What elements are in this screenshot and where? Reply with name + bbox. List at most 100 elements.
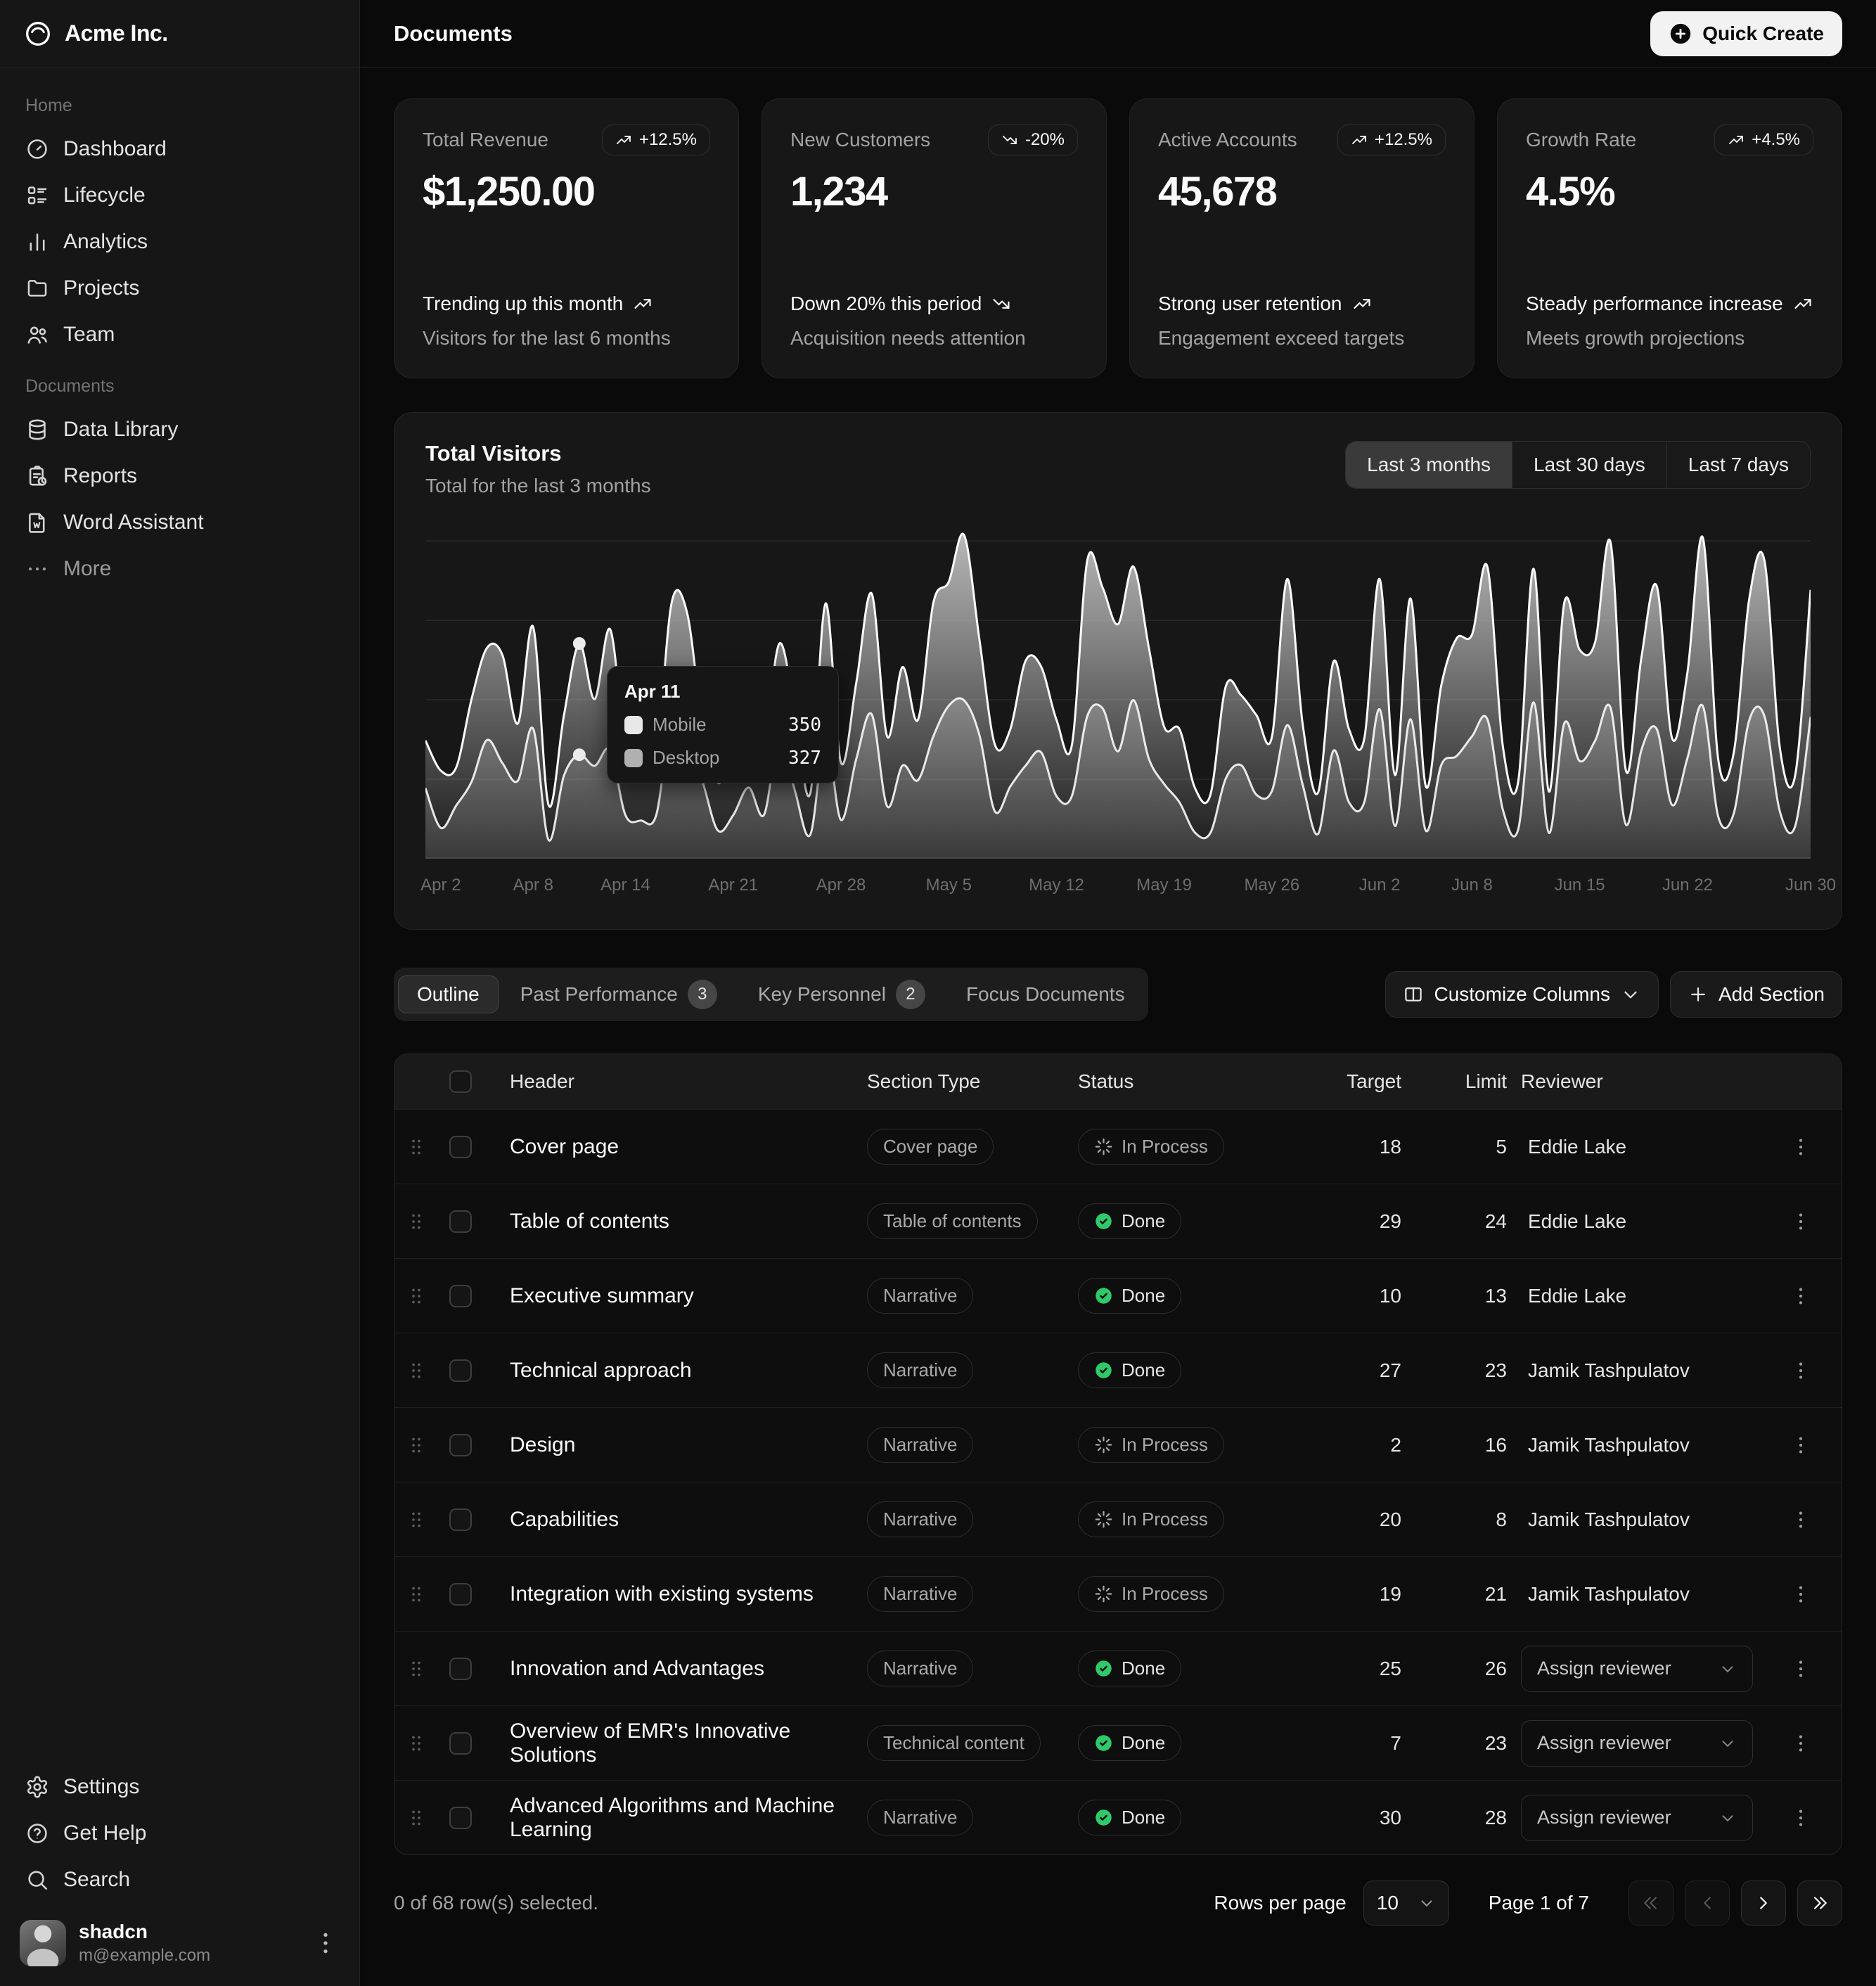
target-value[interactable]: 2 [1303,1434,1408,1456]
customize-columns-button[interactable]: Customize Columns [1385,971,1659,1018]
row-checkbox[interactable] [449,1285,472,1307]
row-header[interactable]: Table of contents [503,1210,860,1234]
limit-value[interactable]: 24 [1408,1210,1514,1233]
drag-handle[interactable] [404,1731,428,1755]
assign-reviewer-select[interactable]: Assign reviewer [1521,1795,1753,1841]
row-actions-button[interactable] [1781,1500,1820,1539]
target-value[interactable]: 18 [1303,1136,1408,1158]
limit-value[interactable]: 23 [1408,1359,1514,1382]
target-value[interactable]: 20 [1303,1508,1408,1531]
target-value[interactable]: 27 [1303,1359,1408,1382]
range-option-last-3-months[interactable]: Last 3 months [1346,442,1512,488]
tab-outline[interactable]: Outline [398,975,499,1013]
select-all-checkbox[interactable] [449,1070,472,1093]
row-header[interactable]: Capabilities [503,1508,860,1532]
column-status[interactable]: Status [1071,1070,1303,1093]
sidebar-item-lifecycle[interactable]: Lifecycle [11,172,348,219]
assign-reviewer-select[interactable]: Assign reviewer [1521,1720,1753,1767]
sidebar-item-search[interactable]: Search [11,1857,348,1903]
row-actions-button[interactable] [1781,1202,1820,1241]
user-kebab-icon[interactable] [311,1929,340,1957]
drag-handle[interactable] [404,1359,428,1383]
column-limit[interactable]: Limit [1408,1070,1514,1093]
row-header[interactable]: Innovation and Advantages [503,1657,860,1681]
limit-value[interactable]: 5 [1408,1136,1514,1158]
row-actions-button[interactable] [1781,1798,1820,1838]
target-value[interactable]: 30 [1303,1807,1408,1829]
sidebar-item-more[interactable]: More [11,546,348,592]
row-actions-button[interactable] [1781,1649,1820,1689]
row-header[interactable]: Technical approach [503,1359,860,1383]
assign-reviewer-select[interactable]: Assign reviewer [1521,1646,1753,1692]
column-target[interactable]: Target [1303,1070,1408,1093]
limit-value[interactable]: 23 [1408,1732,1514,1755]
sidebar-item-team[interactable]: Team [11,312,348,358]
sidebar-item-word-assistant[interactable]: Word Assistant [11,499,348,546]
sidebar-item-projects[interactable]: Projects [11,265,348,312]
row-actions-button[interactable] [1781,1724,1820,1763]
limit-value[interactable]: 21 [1408,1583,1514,1606]
limit-value[interactable]: 13 [1408,1285,1514,1307]
row-actions-button[interactable] [1781,1276,1820,1316]
row-header[interactable]: Advanced Algorithms and Machine Learning [503,1794,860,1842]
drag-handle[interactable] [404,1135,428,1159]
row-header[interactable]: Integration with existing systems [503,1582,860,1606]
tab-focus-documents[interactable]: Focus Documents [947,975,1144,1013]
sidebar-item-get-help[interactable]: Get Help [11,1810,348,1857]
row-checkbox[interactable] [449,1434,472,1456]
sidebar-item-dashboard[interactable]: Dashboard [11,126,348,172]
limit-value[interactable]: 28 [1408,1807,1514,1829]
sidebar-item-settings[interactable]: Settings [11,1764,348,1810]
limit-value[interactable]: 26 [1408,1658,1514,1680]
row-checkbox[interactable] [449,1508,472,1531]
range-option-last-7-days[interactable]: Last 7 days [1666,442,1810,488]
row-checkbox[interactable] [449,1807,472,1829]
drag-handle[interactable] [404,1433,428,1457]
limit-value[interactable]: 16 [1408,1434,1514,1456]
add-section-button[interactable]: Add Section [1670,971,1842,1018]
target-value[interactable]: 29 [1303,1210,1408,1233]
sidebar-item-reports[interactable]: Reports [11,453,348,499]
area-chart[interactable]: Apr 11Mobile350Desktop327 [425,528,1811,859]
row-actions-button[interactable] [1781,1351,1820,1390]
target-value[interactable]: 25 [1303,1658,1408,1680]
row-checkbox[interactable] [449,1210,472,1233]
drag-handle[interactable] [404,1508,428,1532]
target-value[interactable]: 19 [1303,1583,1408,1606]
pagination-prev-button[interactable] [1685,1881,1730,1926]
tab-key-personnel[interactable]: Key Personnel2 [739,972,944,1017]
pagination-last-button[interactable] [1797,1881,1842,1926]
sidebar-item-analytics[interactable]: Analytics [11,219,348,265]
drag-handle[interactable] [404,1657,428,1681]
row-checkbox[interactable] [449,1359,472,1382]
target-value[interactable]: 7 [1303,1732,1408,1755]
row-actions-button[interactable] [1781,1127,1820,1167]
drag-handle[interactable] [404,1284,428,1308]
column-header[interactable]: Header [503,1070,860,1093]
column-section-type[interactable]: Section Type [860,1070,1071,1093]
drag-handle[interactable] [404,1582,428,1606]
row-header[interactable]: Design [503,1433,860,1457]
tab-past-performance[interactable]: Past Performance3 [501,972,736,1017]
pagination-next-button[interactable] [1741,1881,1786,1926]
row-actions-button[interactable] [1781,1575,1820,1614]
quick-create-button[interactable]: Quick Create [1650,11,1842,56]
column-reviewer[interactable]: Reviewer [1514,1070,1781,1093]
sidebar-item-data-library[interactable]: Data Library [11,406,348,453]
drag-handle[interactable] [404,1806,428,1830]
rows-per-page-select[interactable]: 10 [1363,1881,1449,1926]
row-header[interactable]: Overview of EMR's Innovative Solutions [503,1719,860,1767]
limit-value[interactable]: 8 [1408,1508,1514,1531]
user-menu[interactable]: shadcn m@example.com [11,1913,348,1973]
range-option-last-30-days[interactable]: Last 30 days [1512,442,1666,488]
pagination-first-button[interactable] [1628,1881,1673,1926]
row-header[interactable]: Cover page [503,1135,860,1159]
row-checkbox[interactable] [449,1732,472,1755]
row-checkbox[interactable] [449,1136,472,1158]
row-header[interactable]: Executive summary [503,1284,860,1308]
target-value[interactable]: 10 [1303,1285,1408,1307]
sidebar-logo[interactable]: Acme Inc. [0,0,359,68]
row-checkbox[interactable] [449,1658,472,1680]
row-actions-button[interactable] [1781,1426,1820,1465]
drag-handle[interactable] [404,1210,428,1234]
